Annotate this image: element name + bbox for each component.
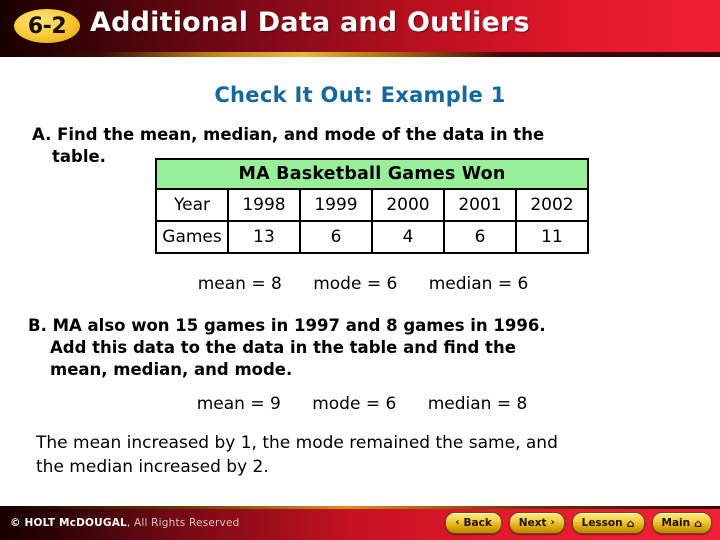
- chevron-right-icon: ›: [550, 517, 555, 528]
- year-cell: 1999: [299, 188, 373, 222]
- example-heading: Check It Out: Example 1: [214, 83, 506, 107]
- row-label-games: Games: [155, 220, 229, 254]
- footer-bar: © HOLT McDOUGAL, All Rights Reserved ‹ B…: [0, 506, 720, 540]
- conclusion-line2: the median increased by 2.: [36, 457, 269, 477]
- answer-a-mode: mode = 6: [313, 274, 398, 294]
- home-icon: ⌂: [694, 516, 702, 530]
- copyright-notice: © HOLT McDOUGAL, All Rights Reserved: [10, 517, 239, 529]
- main-button-label: Main: [661, 516, 691, 529]
- main-button[interactable]: Main ⌂: [651, 512, 712, 534]
- table-caption: MA Basketball Games Won: [155, 158, 589, 190]
- problem-b-line1: B. MA also won 15 games in 1997 and 8 ga…: [28, 316, 546, 335]
- table-row: Games 13 6 4 6 11: [155, 220, 589, 254]
- basketball-games-table: MA Basketball Games Won Year 1998 1999 2…: [155, 158, 589, 254]
- home-icon: ⌂: [626, 516, 635, 530]
- answers-part-b: mean = 9 mode = 6 median = 8: [0, 394, 720, 414]
- answer-b-median: median = 8: [427, 394, 528, 414]
- lesson-button[interactable]: Lesson ⌂: [571, 512, 645, 534]
- problem-b-line3: mean, median, and mode.: [50, 360, 293, 379]
- back-button[interactable]: ‹ Back: [445, 512, 502, 534]
- row-label-year: Year: [155, 188, 229, 222]
- conclusion-text: The mean increased by 1, the mode remain…: [36, 431, 676, 479]
- table-row: Year 1998 1999 2000 2001 2002: [155, 188, 589, 222]
- games-cell: 4: [371, 220, 445, 254]
- header-bar: 6-2 Additional Data and Outliers: [0, 0, 720, 57]
- answer-a-median: median = 6: [428, 274, 529, 294]
- answers-part-a: mean = 8 mode = 6 median = 6: [0, 274, 720, 294]
- problem-b-text: B. MA also won 15 games in 1997 and 8 ga…: [28, 315, 688, 381]
- games-cell: 6: [299, 220, 373, 254]
- year-cell: 2000: [371, 188, 445, 222]
- problem-b-line2: Add this data to the data in the table a…: [50, 338, 516, 357]
- copyright-rest: , All Rights Reserved: [126, 517, 240, 529]
- answer-b-mode: mode = 6: [312, 394, 397, 414]
- year-cell: 2002: [515, 188, 589, 222]
- year-cell: 2001: [443, 188, 517, 222]
- slide: 6-2 Additional Data and Outliers Check I…: [0, 0, 720, 540]
- table-caption-row: MA Basketball Games Won: [155, 158, 589, 190]
- lesson-button-label: Lesson: [581, 516, 623, 529]
- answer-a-mean: mean = 8: [197, 274, 282, 294]
- year-cell: 1998: [227, 188, 301, 222]
- answer-b-mean: mean = 9: [196, 394, 281, 414]
- page-title: Additional Data and Outliers: [90, 7, 530, 38]
- games-cell: 11: [515, 220, 589, 254]
- conclusion-line1: The mean increased by 1, the mode remain…: [36, 433, 558, 453]
- next-button-label: Next: [518, 516, 547, 529]
- copyright-brand: © HOLT McDOUGAL: [10, 517, 127, 529]
- back-button-label: Back: [463, 516, 492, 529]
- lesson-number-badge: 6-2: [14, 9, 80, 43]
- games-cell: 13: [227, 220, 301, 254]
- navigation-buttons: ‹ Back Next › Lesson ⌂ Main ⌂: [445, 512, 712, 534]
- data-table-container: MA Basketball Games Won Year 1998 1999 2…: [155, 158, 589, 254]
- next-button[interactable]: Next ›: [508, 512, 565, 534]
- problem-a-line1: A. Find the mean, median, and mode of th…: [32, 125, 545, 144]
- chevron-left-icon: ‹: [455, 517, 460, 528]
- games-cell: 6: [443, 220, 517, 254]
